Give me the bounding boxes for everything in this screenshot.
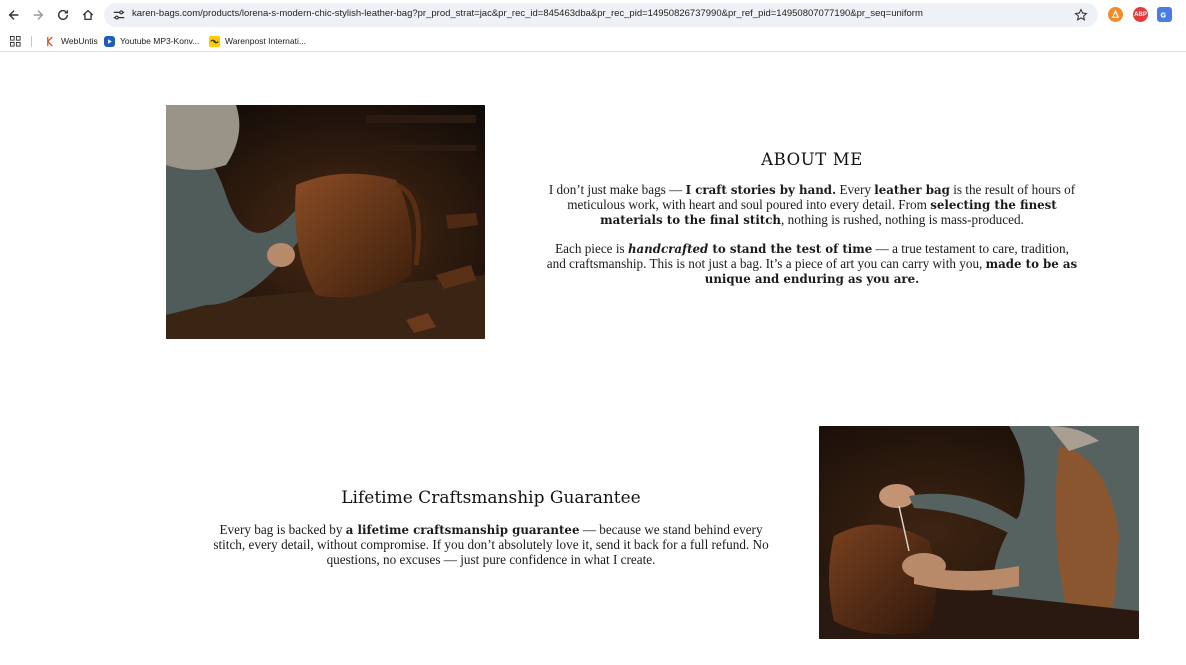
home-icon — [82, 9, 94, 21]
reload-icon — [57, 9, 69, 21]
bookmarks-bar: WebUntis Youtube MP3-Konv... Warenpost I… — [0, 30, 1186, 52]
guarantee-text: Every bag is backed by a lifetime crafts… — [212, 522, 770, 567]
home-button[interactable] — [76, 3, 100, 27]
address-bar[interactable]: karen-bags.com/products/lorena-s-modern-… — [104, 3, 1098, 27]
apps-button[interactable] — [10, 34, 21, 48]
browser-toolbar: karen-bags.com/products/lorena-s-modern-… — [0, 0, 1186, 30]
adblock-plus-icon[interactable]: ABP — [1133, 7, 1148, 22]
extension-a-icon[interactable] — [1108, 7, 1123, 22]
bookmark-webuntis[interactable]: WebUntis — [45, 34, 98, 48]
emphasis-text: a lifetime craftsmanship guarantee — [345, 523, 580, 537]
forward-button[interactable] — [26, 3, 50, 27]
bookmarks-separator — [31, 36, 32, 47]
emphasis-text: leather bag — [874, 183, 950, 197]
emphasis-text: handcrafted — [627, 241, 709, 256]
svg-text:G: G — [1160, 11, 1166, 19]
webuntis-icon — [45, 35, 56, 47]
bookmark-label: WebUntis — [61, 36, 98, 46]
emphasis-text: I craft stories by hand. — [685, 183, 837, 197]
translate-icon[interactable]: G — [1157, 7, 1172, 22]
emphasis-text: to stand the test of time — [708, 241, 873, 256]
deutsche-post-icon — [209, 35, 220, 47]
back-button[interactable] — [2, 3, 26, 27]
reload-button[interactable] — [51, 3, 75, 27]
site-settings-icon[interactable] — [112, 8, 126, 22]
about-paragraph-1: I don’t just make bags — I craft stories… — [548, 182, 1076, 227]
bookmark-warenpost[interactable]: Warenpost Internati... — [209, 34, 306, 48]
page-content: ABOUT ME I don’t just make bags — I craf… — [0, 53, 1186, 665]
about-text: I don’t just make bags — I craft stories… — [544, 182, 1080, 286]
bookmark-label: Warenpost Internati... — [225, 36, 306, 46]
youtube-mp3-icon — [104, 35, 115, 47]
arrow-left-icon — [8, 10, 19, 20]
guarantee-paragraph: Every bag is backed by a lifetime crafts… — [213, 522, 769, 567]
arrow-right-icon — [33, 10, 44, 20]
emphasis-text: made to be as unique and enduring as you… — [704, 256, 1078, 286]
artisan-photo-stitching — [819, 426, 1139, 639]
about-title: ABOUT ME — [761, 150, 863, 169]
apps-grid-icon — [10, 35, 21, 47]
bookmark-star-icon[interactable] — [1074, 8, 1088, 22]
bookmark-youtube-mp3[interactable]: Youtube MP3-Konv... — [104, 34, 199, 48]
emphasis-text: selecting the finest materials to the fi… — [600, 197, 1057, 227]
url-text[interactable]: karen-bags.com/products/lorena-s-modern-… — [132, 8, 923, 19]
guarantee-title: Lifetime Craftsmanship Guarantee — [341, 488, 641, 508]
bookmark-label: Youtube MP3-Konv... — [120, 36, 200, 46]
about-paragraph-2: Each piece is handcrafted to stand the t… — [546, 240, 1078, 286]
artisan-photo-shaping-bag — [166, 105, 485, 339]
